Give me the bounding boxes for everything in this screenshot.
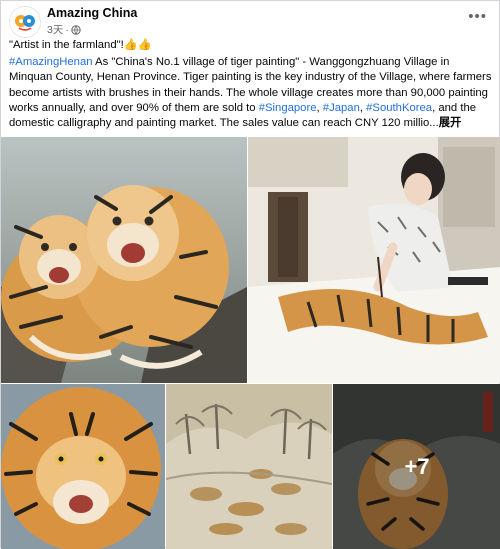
post-time[interactable]: 3天 — [47, 22, 63, 37]
facebook-post: Amazing China 3天 · ••• "Artist in the fa… — [0, 0, 500, 549]
more-options-icon[interactable]: ••• — [468, 8, 487, 25]
see-more-link[interactable]: 展开 — [439, 117, 462, 129]
photo-tiger-face[interactable] — [1, 384, 165, 549]
post-header: Amazing China 3天 · ••• — [9, 5, 491, 38]
more-photos-overlay[interactable]: +7 — [333, 384, 500, 549]
page-name[interactable]: Amazing China — [47, 6, 137, 20]
hashtag-southkorea[interactable]: #SouthKorea — [366, 102, 432, 114]
hashtag-japan[interactable]: #Japan — [323, 102, 360, 114]
more-photos-count: +7 — [404, 453, 430, 479]
page-avatar[interactable] — [9, 6, 41, 38]
post-title-line: "Artist in the farmland"!👍👍 — [9, 39, 152, 51]
photo-tiger-mountain[interactable]: +7 — [333, 384, 500, 549]
separator-dot: · — [65, 23, 69, 36]
hashtag-amazinghenan[interactable]: #AmazingHenan — [9, 56, 93, 68]
photo-tiger-landscape[interactable] — [166, 384, 332, 549]
photo-artist-painting[interactable] — [248, 137, 500, 383]
hashtag-singapore[interactable]: #Singapore — [259, 102, 317, 114]
photo-tigers-painting[interactable] — [1, 137, 247, 383]
globe-icon — [71, 24, 81, 35]
post-text: "Artist in the farmland"!👍👍 #AmazingHena… — [9, 38, 495, 133]
post-body: #AmazingHenan As "China's No.1 village o… — [9, 55, 495, 131]
photo-grid: +7 — [1, 137, 500, 549]
post-meta: 3天 · — [47, 22, 81, 37]
